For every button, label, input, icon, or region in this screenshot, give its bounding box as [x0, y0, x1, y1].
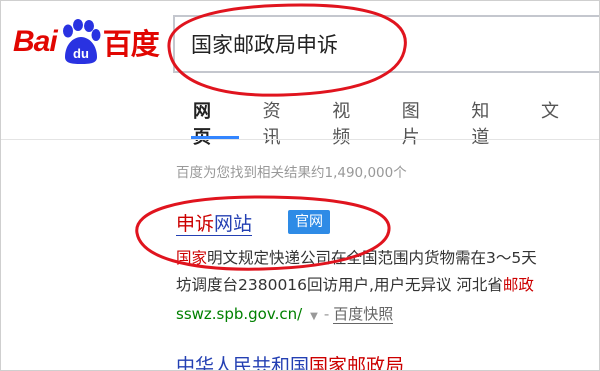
result-title-highlight: 申诉	[176, 213, 215, 235]
dropdown-triangle-icon[interactable]: ▼	[310, 311, 318, 322]
result-title-rest: 网站	[214, 213, 253, 235]
tab-images[interactable]: 图片	[402, 97, 432, 149]
header-divider	[1, 139, 599, 140]
tab-zhidao[interactable]: 知道	[471, 97, 501, 149]
abstract-text: 明文规定快递公司在全国范围内货物需在3～5天	[207, 249, 537, 267]
snapshot-link[interactable]: 百度快照	[333, 305, 394, 324]
tab-wenku[interactable]: 文	[541, 97, 559, 149]
url-separator: -	[323, 305, 330, 323]
official-site-badge[interactable]: 官网	[288, 210, 330, 234]
tab-news[interactable]: 资讯	[263, 97, 293, 149]
result-abstract-line-2: 坊调度台2380016回访用户,用户无异议 河北省邮政	[176, 273, 534, 295]
result-url[interactable]: sswz.spb.gov.cn/	[176, 305, 302, 323]
result-url-row: sswz.spb.gov.cn/ ▼ - 百度快照	[176, 303, 394, 324]
logo-latin: Bai	[13, 25, 58, 58]
search-tabs: 网页 资讯 视频 图片 知道 文	[193, 97, 599, 149]
logo-chinese: 百度	[102, 27, 160, 61]
logo-paw-text: du	[73, 46, 89, 61]
search-input[interactable]: 国家邮政局申诉	[173, 15, 599, 73]
second-title-prefix: 中华人民共和国	[176, 355, 310, 371]
abstract-highlight: 国家	[176, 249, 208, 267]
result-title-link[interactable]: 申诉网站	[176, 209, 253, 236]
tab-video[interactable]: 视频	[332, 97, 362, 149]
tab-web[interactable]: 网页	[193, 97, 223, 149]
second-title-highlight: 国家邮政局	[309, 355, 405, 371]
baidu-logo[interactable]: Bai du 百度	[13, 17, 160, 67]
result-abstract-line-1: 国家明文规定快递公司在全国范围内货物需在3～5天	[176, 246, 537, 268]
abstract-text: 坊调度台2380016回访用户,用户无异议 河北省	[176, 276, 503, 294]
result-count: 百度为您找到相关结果约1,490,000个	[176, 165, 407, 181]
abstract-highlight: 邮政	[502, 276, 534, 294]
browser-viewport: Bai du 百度 国家邮政局申诉 网页 资讯 视频 图片 知道 文 百度为您找…	[0, 0, 600, 371]
search-input-value: 国家邮政局申诉	[191, 33, 338, 57]
baidu-paw-logo-icon: du	[59, 19, 101, 65]
second-result-title-link[interactable]: 中华人民共和国国家邮政局	[176, 351, 405, 371]
